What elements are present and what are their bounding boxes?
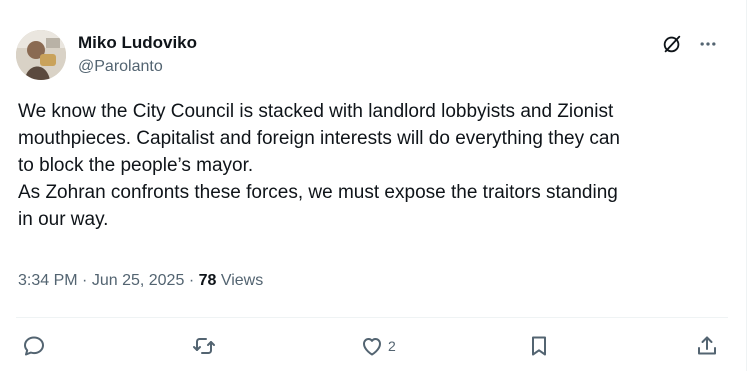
tweet-text: We know the City Council is stacked with… bbox=[18, 101, 620, 230]
reply-icon bbox=[24, 336, 44, 356]
share-button[interactable] bbox=[695, 332, 719, 360]
heart-icon bbox=[363, 338, 381, 356]
author-names: Miko Ludoviko @Parolanto bbox=[78, 32, 197, 78]
views-label[interactable]: Views bbox=[221, 272, 263, 289]
share-icon bbox=[698, 336, 716, 355]
reply-button[interactable] bbox=[22, 332, 46, 360]
author-handle[interactable]: @Parolanto bbox=[78, 56, 197, 78]
divider bbox=[16, 317, 728, 318]
grok-icon[interactable] bbox=[660, 32, 684, 56]
bookmark-icon bbox=[532, 336, 546, 356]
tweet-date[interactable]: Jun 25, 2025 bbox=[92, 272, 185, 289]
tweet-actions: 2 bbox=[22, 332, 718, 360]
author-display-name[interactable]: Miko Ludoviko bbox=[78, 32, 197, 54]
meta-separator: · bbox=[188, 272, 195, 289]
views-count[interactable]: 78 bbox=[199, 272, 217, 289]
header-actions bbox=[660, 32, 720, 56]
repost-button[interactable] bbox=[192, 332, 216, 360]
tweet-meta: 3:34 PM · Jun 25, 2025 · 78 Views bbox=[18, 270, 263, 292]
like-button[interactable]: 2 bbox=[360, 332, 396, 360]
tweet-header: Miko Ludoviko @Parolanto bbox=[16, 28, 730, 84]
repost-icon bbox=[193, 338, 215, 354]
more-options-icon[interactable] bbox=[696, 32, 720, 56]
avatar[interactable] bbox=[16, 30, 66, 80]
tweet-card: Miko Ludoviko @Parolanto We know the Cit… bbox=[0, 0, 747, 371]
meta-separator: · bbox=[82, 272, 88, 289]
tweet-time[interactable]: 3:34 PM bbox=[18, 272, 78, 289]
bookmark-button[interactable] bbox=[527, 332, 551, 360]
like-count: 2 bbox=[388, 338, 396, 354]
avatar-photo-icon bbox=[16, 30, 66, 80]
